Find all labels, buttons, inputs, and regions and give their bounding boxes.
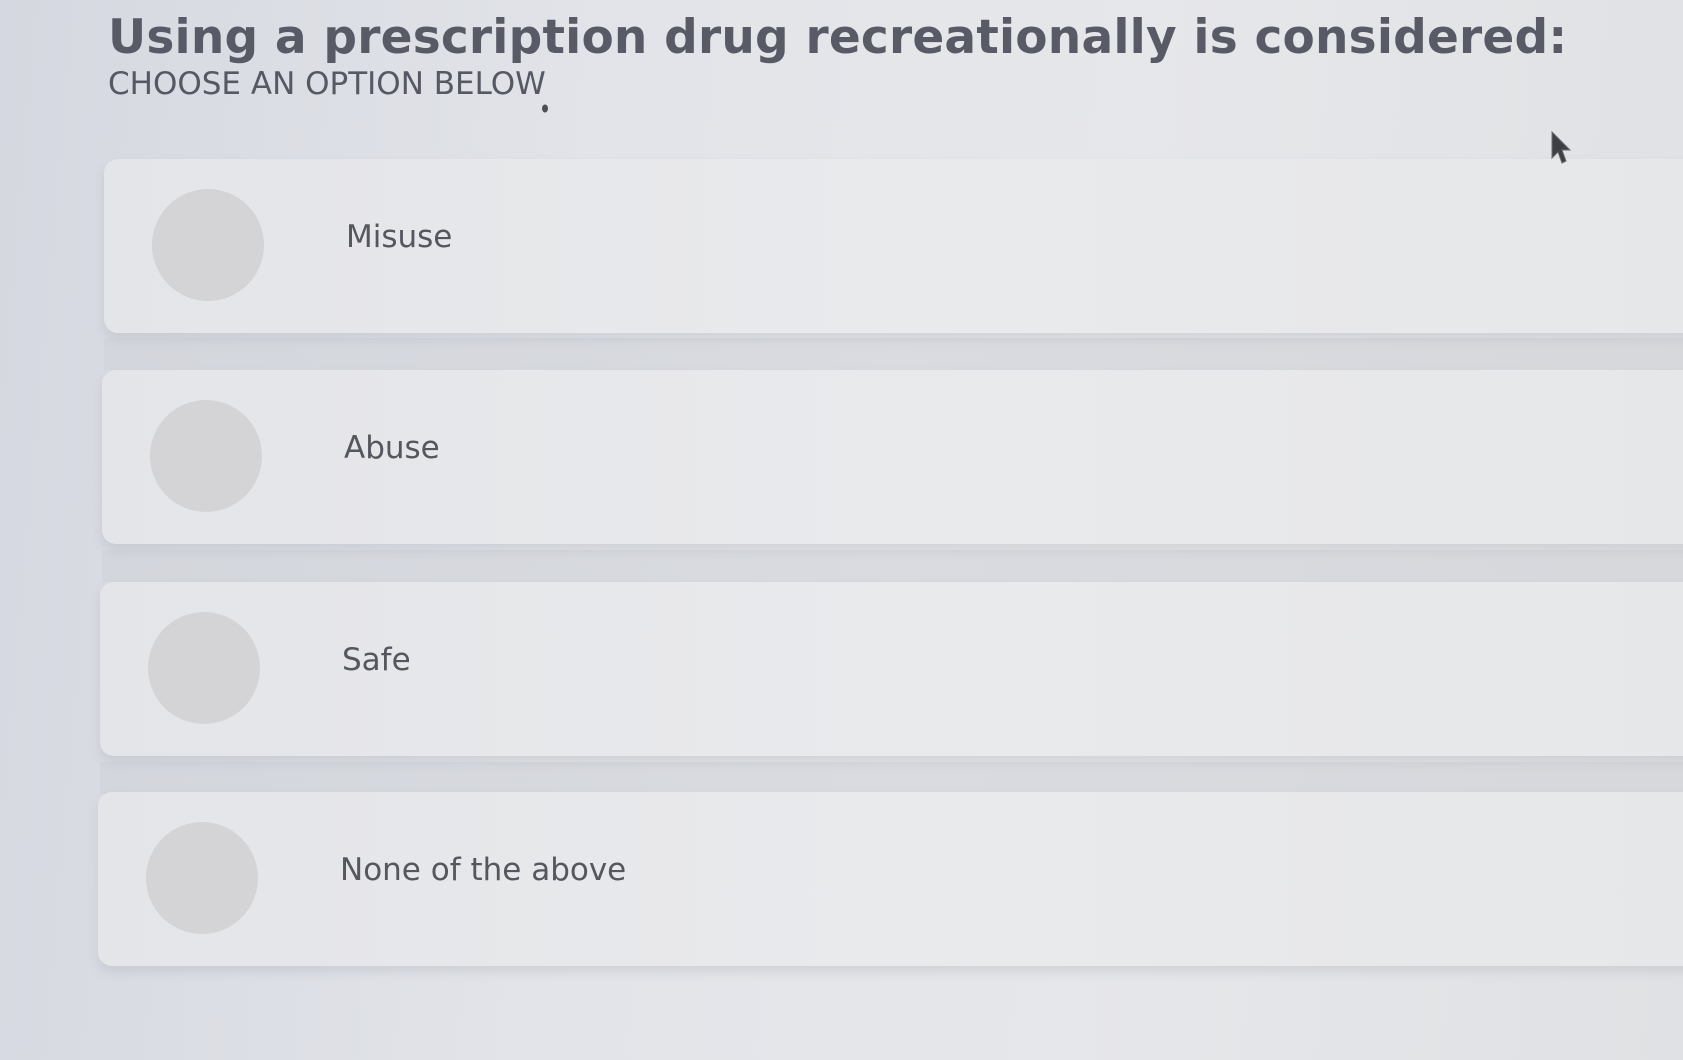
radio-button[interactable]	[150, 400, 262, 512]
option-divider	[104, 338, 1683, 370]
answer-option-safe[interactable]: Safe	[100, 582, 1683, 756]
mouse-pointer-icon	[1551, 130, 1572, 164]
radio-button[interactable]	[148, 612, 260, 724]
answer-option-misuse[interactable]: Misuse	[104, 159, 1683, 333]
option-divider	[100, 762, 1683, 794]
option-label: None of the above	[340, 852, 627, 888]
answer-option-none-of-the-above[interactable]: None of the above	[98, 792, 1683, 966]
answer-options: Misuse Abuse Safe None of the above	[0, 0, 1683, 1060]
option-label: Abuse	[344, 430, 440, 466]
radio-button[interactable]	[146, 822, 258, 934]
quiz-screen: Using a prescription drug recreationally…	[0, 0, 1683, 1060]
option-divider	[102, 550, 1683, 582]
radio-button[interactable]	[152, 189, 264, 301]
answer-option-abuse[interactable]: Abuse	[102, 370, 1683, 544]
option-label: Safe	[342, 642, 411, 678]
option-label: Misuse	[346, 219, 453, 255]
